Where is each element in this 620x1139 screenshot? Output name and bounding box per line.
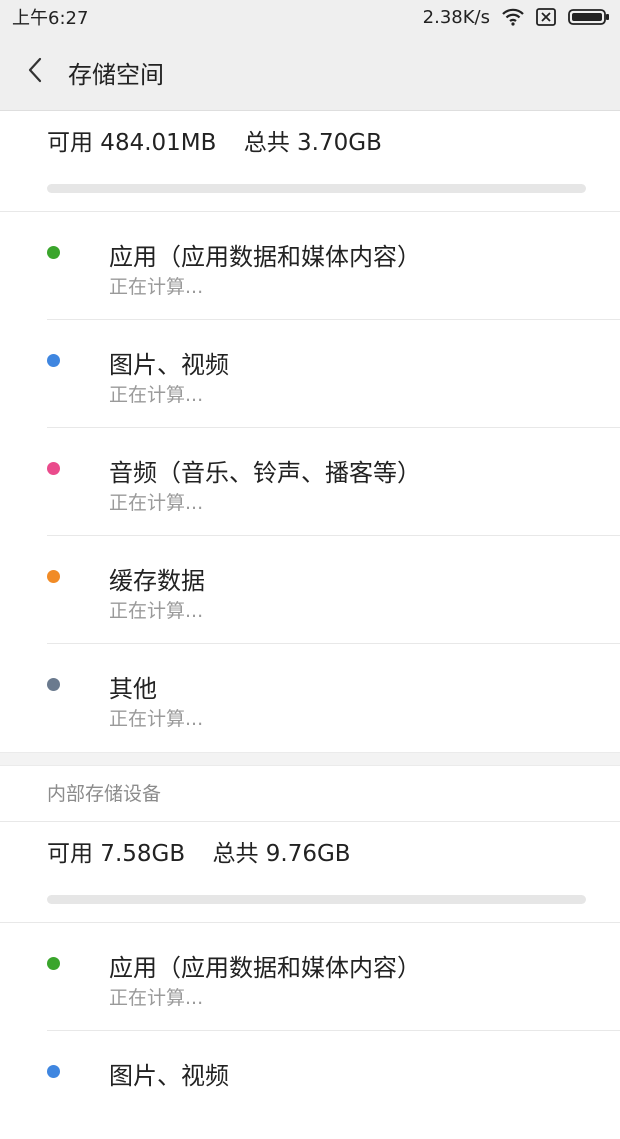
category-status: 正在计算... <box>109 600 204 622</box>
status-icons: 2.38K/s <box>423 7 610 28</box>
battery-icon <box>568 8 610 26</box>
category-item-apps[interactable]: 应用（应用数据和媒体内容） 正在计算... <box>47 923 620 1031</box>
category-color-dot <box>47 246 60 259</box>
storage-summary-text: 可用 484.01MB 总共 3.70GB <box>47 111 586 175</box>
storage-usage-bar <box>47 895 586 904</box>
chevron-left-icon <box>26 56 44 88</box>
category-item-other[interactable]: 其他 正在计算... <box>47 644 620 752</box>
category-color-dot <box>47 678 60 691</box>
category-item-audio[interactable]: 音频（音乐、铃声、播客等） 正在计算... <box>47 428 620 536</box>
wifi-icon <box>502 8 524 26</box>
category-color-dot <box>47 957 60 970</box>
available-space: 可用 484.01MB <box>47 130 217 156</box>
category-color-dot <box>47 1065 60 1078</box>
storage-section-internal: 内部存储设备 可用 7.58GB 总共 9.76GB 应用（应用数据和媒体内容）… <box>0 766 620 1139</box>
available-space: 可用 7.58GB <box>47 841 186 867</box>
storage-summary: 可用 484.01MB 总共 3.70GB <box>0 111 620 212</box>
storage-summary: 可用 7.58GB 总共 9.76GB <box>0 822 620 923</box>
category-color-dot <box>47 462 60 475</box>
category-color-dot <box>47 354 60 367</box>
category-name: 图片、视频 <box>109 351 229 379</box>
section-header: 内部存储设备 <box>0 766 620 822</box>
category-status: 正在计算... <box>109 276 204 298</box>
network-speed: 2.38K/s <box>422 6 490 28</box>
category-name: 图片、视频 <box>109 1062 229 1090</box>
page-title: 存储空间 <box>68 60 164 89</box>
category-name: 应用（应用数据和媒体内容） <box>109 243 421 271</box>
back-button[interactable] <box>6 34 64 111</box>
status-bar: 上午6:27 2.38K/s <box>0 0 620 34</box>
category-item-apps[interactable]: 应用（应用数据和媒体内容） 正在计算... <box>47 212 620 320</box>
category-name: 音频（音乐、铃声、播客等） <box>109 459 421 487</box>
category-list: 应用（应用数据和媒体内容） 正在计算... 图片、视频 <box>0 923 620 1139</box>
category-item-cache[interactable]: 缓存数据 正在计算... <box>47 536 620 644</box>
storage-usage-bar <box>47 184 586 193</box>
section-divider <box>0 752 620 766</box>
category-item-photos-videos[interactable]: 图片、视频 <box>47 1031 620 1139</box>
app-bar: 存储空间 <box>0 34 620 111</box>
category-status: 正在计算... <box>109 987 204 1009</box>
status-time: 上午6:27 <box>12 8 89 29</box>
storage-summary-text: 可用 7.58GB 总共 9.76GB <box>47 822 586 886</box>
category-color-dot <box>47 570 60 583</box>
category-status: 正在计算... <box>109 384 204 406</box>
category-item-photos-videos[interactable]: 图片、视频 正在计算... <box>47 320 620 428</box>
total-space: 总共 9.76GB <box>212 841 351 867</box>
category-status: 正在计算... <box>109 708 204 730</box>
storage-section-system: 可用 484.01MB 总共 3.70GB 应用（应用数据和媒体内容） 正在计算… <box>0 111 620 752</box>
no-sim-icon <box>536 8 556 26</box>
category-name: 其他 <box>109 675 157 703</box>
total-space: 总共 3.70GB <box>243 130 382 156</box>
category-name: 应用（应用数据和媒体内容） <box>109 954 421 982</box>
category-list: 应用（应用数据和媒体内容） 正在计算... 图片、视频 正在计算... 音频（音… <box>0 212 620 752</box>
category-name: 缓存数据 <box>109 567 205 595</box>
category-status: 正在计算... <box>109 492 204 514</box>
